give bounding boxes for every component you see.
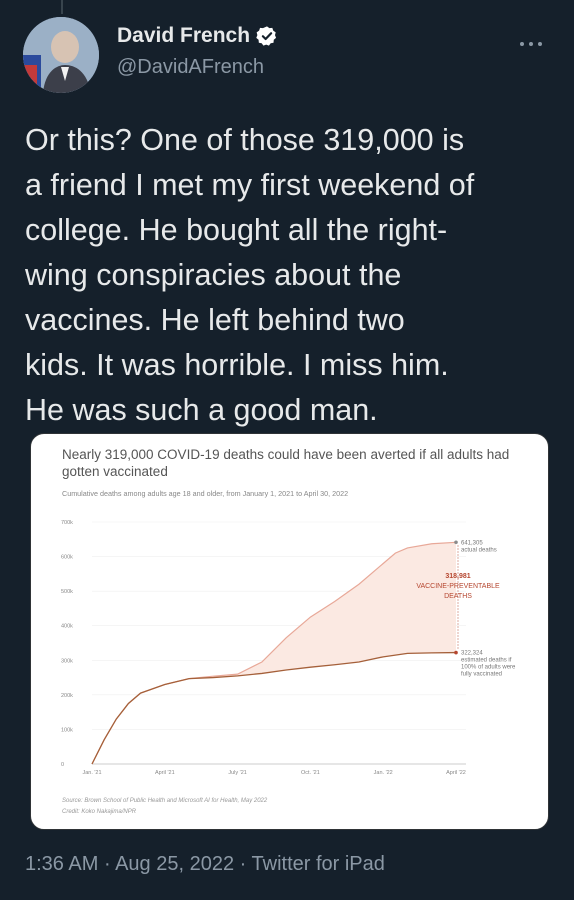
chart-source: Source: Brown School of Public Health an…: [62, 796, 267, 818]
y-tick-label: 700k: [61, 520, 73, 526]
chart-source-text: Source: Brown School of Public Health an…: [62, 798, 268, 804]
est-desc-label: fully vaccinated: [461, 672, 502, 678]
x-tick-label: Jan. '22: [374, 770, 393, 776]
more-horizontal-icon[interactable]: [519, 28, 543, 54]
y-tick-label: 400k: [61, 624, 73, 630]
gap-value-label: 318,981: [445, 573, 470, 580]
y-tick-label: 600k: [61, 555, 73, 561]
est-value-label: 322,324: [461, 651, 483, 657]
tweet-meta: 1:36 AM · Aug 25, 2022 · Twitter for iPa…: [25, 853, 385, 876]
gap-area: [92, 542, 456, 764]
tweet-line: kids. It was horrible. I miss him.: [25, 348, 449, 382]
x-tick-label: Jan. '21: [82, 770, 101, 776]
gap-desc-label: DEATHS: [444, 593, 472, 600]
separator: ·: [103, 853, 111, 875]
tweet-client[interactable]: Twitter for iPad: [252, 853, 385, 875]
author-name[interactable]: David French: [117, 24, 278, 48]
x-tick-label: April '22: [446, 770, 466, 776]
x-tick-label: April '21: [155, 770, 175, 776]
avatar[interactable]: [23, 17, 99, 93]
y-tick-label: 500k: [61, 589, 73, 595]
tweet-line: Or this? One of those 319,000 is: [25, 123, 465, 157]
tweet-line: He was such a good man.: [25, 393, 378, 427]
actual-value-label: 641,305: [461, 540, 483, 546]
est-desc-label: 100% of adults were: [461, 665, 516, 671]
y-tick-label: 200k: [61, 693, 73, 699]
tweet-line: vaccines. He left behind two: [25, 303, 405, 337]
point-vaccinated-end: [454, 650, 458, 655]
tweet-time[interactable]: 1:36 AM: [25, 853, 98, 875]
tweet-line: college. He bought all the right-: [25, 213, 448, 247]
tweet-line: a friend I met my first weekend of: [25, 168, 475, 202]
y-tick-label: 300k: [61, 658, 73, 664]
tweet-date[interactable]: Aug 25, 2022: [115, 853, 234, 875]
point-actual-end: [454, 540, 458, 545]
tweet-line: wing conspiracies about the: [25, 258, 402, 292]
gap-desc-label: VACCINE-PREVENTABLE: [416, 583, 500, 590]
y-tick-label: 0: [61, 762, 64, 768]
media-card[interactable]: Nearly 319,000 COVID-19 deaths could hav…: [30, 433, 549, 830]
thread-line: [61, 0, 63, 14]
chart: 0 100k 200k 300k 400k 500k 600k 700k Jan. '21 Apr…: [61, 520, 516, 776]
author-handle[interactable]: @DavidAFrench: [117, 56, 264, 79]
y-tick-label: 100k: [61, 727, 73, 733]
actual-desc-label: actual deaths: [461, 547, 497, 553]
tweet-text: Or this? One of those 319,000 is a frien…: [25, 118, 565, 433]
verified-badge-icon: [256, 26, 277, 46]
x-tick-label: Oct. '21: [301, 770, 320, 776]
separator: ·: [239, 853, 247, 875]
x-tick-label: July '21: [228, 770, 246, 776]
est-desc-label: estimated deaths if: [461, 658, 512, 664]
chart-credit-text: Credit: Koko Nakajima/NPR: [62, 809, 137, 815]
author-name-text[interactable]: David French: [117, 24, 250, 48]
